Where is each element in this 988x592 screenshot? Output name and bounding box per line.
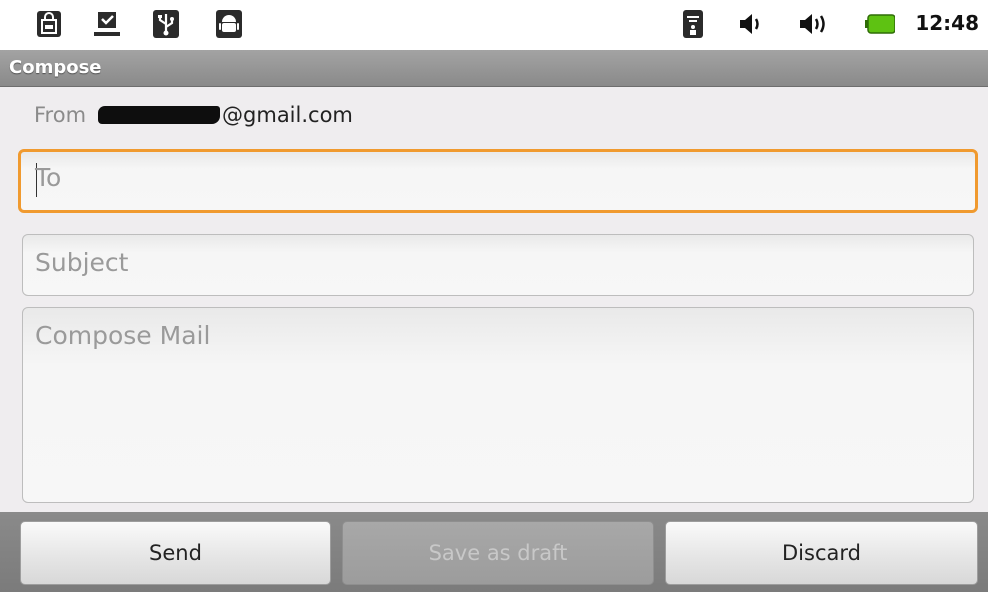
status-bar: 12:48 [0, 0, 988, 50]
android-icon[interactable] [216, 10, 242, 38]
body-field[interactable]: Compose Mail [22, 307, 974, 503]
subject-field[interactable]: Subject [22, 234, 974, 296]
from-address-domain: @gmail.com [222, 103, 353, 127]
from-label: From [34, 103, 87, 127]
discard-button[interactable]: Discard [665, 521, 978, 585]
download-done-icon[interactable] [94, 10, 120, 38]
send-button[interactable]: Send [20, 521, 331, 585]
from-row: From @gmail.com [34, 103, 353, 127]
wifi-icon [680, 10, 706, 38]
subject-placeholder: Subject [35, 248, 129, 277]
title-bar: Compose [0, 50, 988, 87]
shopping-bag-icon[interactable] [36, 10, 62, 38]
save-draft-button[interactable]: Save as draft [342, 521, 654, 585]
page-title: Compose [9, 57, 102, 78]
compose-form: From @gmail.com To Subject Compose Mail [0, 87, 988, 512]
volume-icon [737, 10, 763, 38]
body-placeholder: Compose Mail [35, 321, 211, 350]
to-field[interactable]: To [18, 149, 978, 213]
volume-high-icon [797, 10, 831, 38]
usb-icon[interactable] [153, 10, 179, 38]
battery-icon [864, 10, 896, 38]
clock: 12:48 [915, 11, 979, 35]
to-placeholder: To [35, 163, 62, 192]
action-bar: Send Save as draft Discard [0, 512, 988, 592]
redacted-username [98, 106, 221, 124]
